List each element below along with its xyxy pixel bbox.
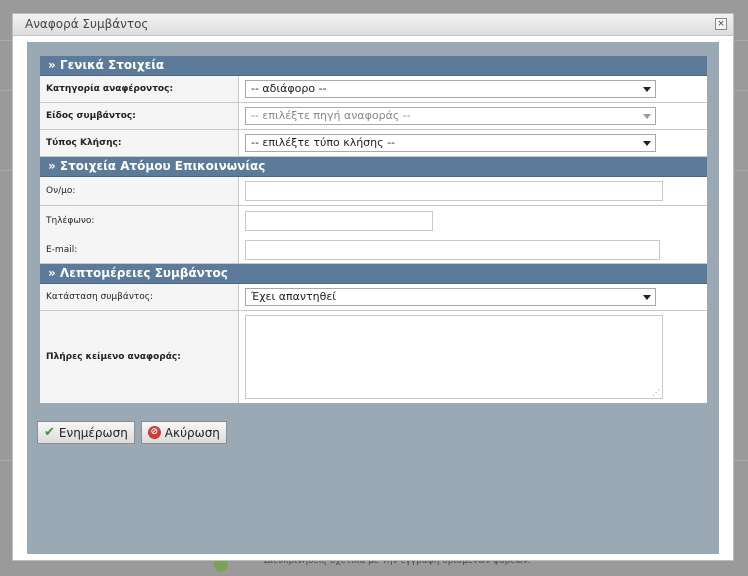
email-label: E-mail: xyxy=(40,236,239,263)
status-label: Κατάσταση συμβάντος: xyxy=(40,284,239,310)
cancel-button[interactable]: ⊘ Ακύρωση xyxy=(140,421,227,444)
category-label: Κατηγορία αναφέροντος: xyxy=(40,76,239,102)
row-incident-type: Είδος συμβάντος: -- επιλέξτε πηγή αναφορ… xyxy=(40,103,707,130)
update-button-label: Ενημέρωση xyxy=(58,425,128,440)
full-text-label: Πλήρες κείμενο αναφοράς: xyxy=(40,311,239,403)
status-select[interactable]: Έχει απαντηθεί xyxy=(245,288,656,306)
resize-grip-icon[interactable]: ⋰ xyxy=(652,388,660,397)
dialog-content: » Γενικά Στοιχεία Κατηγορία αναφέροντος:… xyxy=(27,42,719,554)
close-icon[interactable]: × xyxy=(715,18,727,30)
action-buttons: ✔ Ενημέρωση ⊘ Ακύρωση xyxy=(37,421,227,444)
chevron-down-icon xyxy=(643,87,651,92)
incident-type-label: Είδος συμβάντος: xyxy=(40,103,239,129)
call-type-select-value: -- επιλέξτε τύπο κλήσης -- xyxy=(251,136,396,149)
incident-form: » Γενικά Στοιχεία Κατηγορία αναφέροντος:… xyxy=(40,56,707,403)
email-input[interactable] xyxy=(245,239,660,260)
chevron-down-icon xyxy=(643,114,651,119)
section-header-details: » Λεπτομέρειες Συμβάντος xyxy=(40,264,707,284)
category-select-value: -- αδιάφορο -- xyxy=(251,82,327,95)
row-category: Κατηγορία αναφέροντος: -- αδιάφορο -- xyxy=(40,76,707,103)
checkmark-icon: ✔ xyxy=(44,425,55,440)
row-full-text: Πλήρες κείμενο αναφοράς: ⋰ xyxy=(40,311,707,403)
chevron-down-icon xyxy=(643,141,651,146)
cancel-button-label: Ακύρωση xyxy=(164,425,220,440)
dialog-titlebar[interactable]: Αναφορά Συμβάντος × xyxy=(13,14,733,36)
full-text-textarea[interactable]: ⋰ xyxy=(245,315,663,399)
name-input[interactable] xyxy=(245,181,663,201)
incident-type-select[interactable]: -- επιλέξτε πηγή αναφοράς -- xyxy=(245,107,656,125)
name-label: Ον/μο: xyxy=(40,177,239,205)
update-button[interactable]: ✔ Ενημέρωση xyxy=(37,421,135,444)
incident-type-select-value: -- επιλέξτε πηγή αναφοράς -- xyxy=(251,109,411,122)
chevron-down-icon xyxy=(643,295,651,300)
row-call-type: Τύπος Κλήσης: -- επιλέξτε τύπο κλήσης -- xyxy=(40,130,707,157)
row-email: E-mail: xyxy=(40,236,707,264)
row-phone: Τηλέφωνο: xyxy=(40,206,707,236)
section-header-general: » Γενικά Στοιχεία xyxy=(40,56,707,76)
row-status: Κατάσταση συμβάντος: Έχει απαντηθεί xyxy=(40,284,707,311)
cancel-icon: ⊘ xyxy=(147,426,161,439)
phone-label: Τηλέφωνο: xyxy=(40,206,239,236)
phone-input[interactable] xyxy=(245,211,433,231)
category-select[interactable]: -- αδιάφορο -- xyxy=(245,80,656,98)
call-type-label: Τύπος Κλήσης: xyxy=(40,130,239,156)
section-header-contact: » Στοιχεία Ατόμου Επικοινωνίας xyxy=(40,157,707,177)
call-type-select[interactable]: -- επιλέξτε τύπο κλήσης -- xyxy=(245,134,656,152)
status-select-value: Έχει απαντηθεί xyxy=(251,290,336,303)
dialog-title: Αναφορά Συμβάντος xyxy=(25,17,149,31)
row-name: Ον/μο: xyxy=(40,177,707,206)
incident-report-dialog: Αναφορά Συμβάντος × » Γενικά Στοιχεία Κα… xyxy=(12,13,734,561)
